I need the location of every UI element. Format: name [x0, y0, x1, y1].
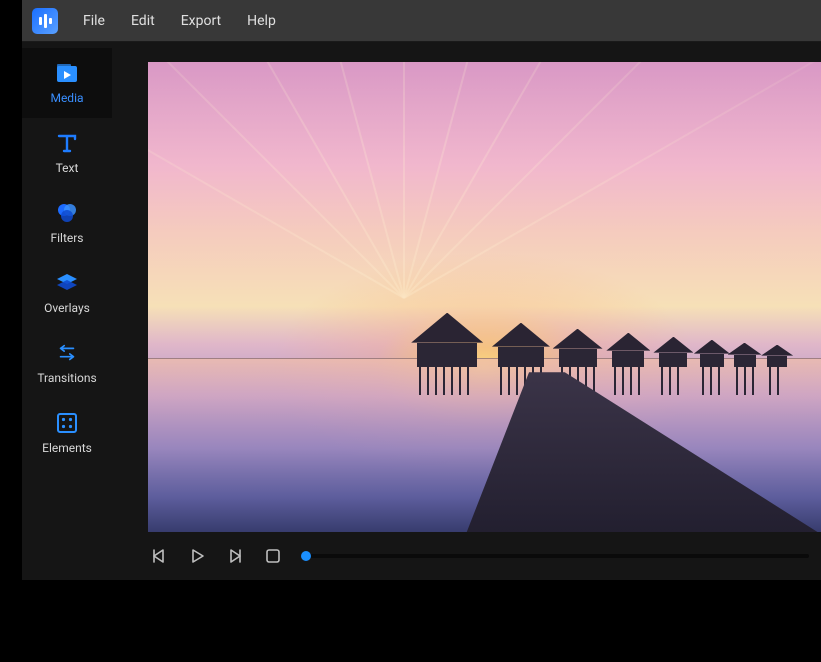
step-forward-button[interactable]: [224, 545, 246, 567]
sidebar-item-label: Text: [56, 161, 79, 175]
preview-image: [148, 62, 821, 532]
transitions-icon: [55, 341, 79, 365]
menu-export[interactable]: Export: [170, 7, 232, 35]
sidebar-item-label: Elements: [42, 441, 92, 455]
step-forward-icon: [226, 547, 244, 565]
playback-controls: [138, 532, 821, 580]
stop-button[interactable]: [262, 545, 284, 567]
window-shadow: [22, 580, 821, 660]
media-icon: [55, 61, 79, 85]
sidebar-item-elements[interactable]: Elements: [22, 398, 112, 468]
app-window: File Edit Export Help Media: [22, 0, 821, 580]
sidebar-item-media[interactable]: Media: [22, 48, 112, 118]
sidebar-item-label: Overlays: [44, 301, 90, 315]
sidebar-item-label: Filters: [50, 231, 83, 245]
menubar: File Edit Export Help: [22, 0, 821, 42]
step-back-icon: [150, 547, 168, 565]
sidebar-item-label: Media: [50, 91, 83, 105]
elements-icon: [55, 411, 79, 435]
play-icon: [188, 547, 206, 565]
preview-viewport[interactable]: [148, 62, 821, 532]
sidebar: Media Text Filters: [22, 42, 112, 580]
playhead-handle[interactable]: [301, 551, 311, 561]
step-back-button[interactable]: [148, 545, 170, 567]
timeline-track[interactable]: [306, 554, 809, 558]
play-button[interactable]: [186, 545, 208, 567]
menu-edit[interactable]: Edit: [120, 7, 166, 35]
sidebar-item-overlays[interactable]: Overlays: [22, 258, 112, 328]
sidebar-item-filters[interactable]: Filters: [22, 188, 112, 258]
app-logo-icon[interactable]: [32, 8, 58, 34]
sidebar-item-label: Transitions: [37, 371, 96, 385]
filters-icon: [55, 201, 79, 225]
sidebar-item-transitions[interactable]: Transitions: [22, 328, 112, 398]
menu-help[interactable]: Help: [236, 7, 287, 35]
main-panel: [112, 42, 821, 580]
text-icon: [55, 131, 79, 155]
content-area: Media Text Filters: [22, 42, 821, 580]
stop-icon: [265, 548, 281, 564]
sidebar-item-text[interactable]: Text: [22, 118, 112, 188]
menu-file[interactable]: File: [72, 7, 116, 35]
overlays-icon: [55, 271, 79, 295]
